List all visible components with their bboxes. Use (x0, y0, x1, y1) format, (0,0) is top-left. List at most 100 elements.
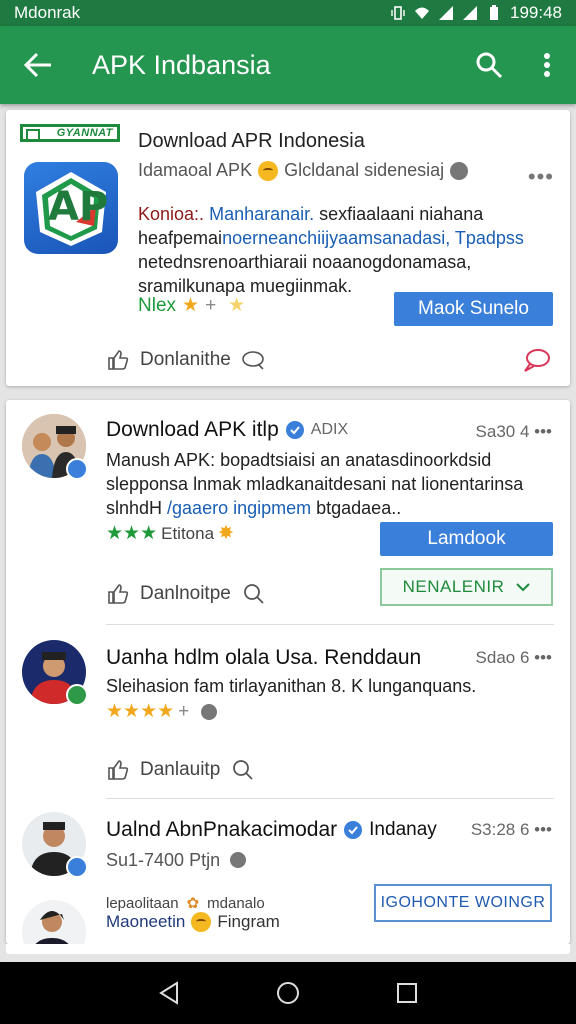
globe-icon (230, 852, 247, 868)
footer-left-1: lepaolitaan (106, 894, 179, 912)
post-line-3-end: btgadaea.. (311, 498, 402, 518)
thumbs-up-icon[interactable] (106, 758, 130, 782)
back-nav-icon[interactable] (158, 981, 180, 1005)
footer-row-1: lepaolitaan ✿ mdanalo (106, 894, 265, 913)
like-action-label[interactable]: Danlnoitpe (140, 583, 231, 605)
post-time: Sa30 4 ••• (475, 422, 552, 441)
featured-action-button[interactable]: Maok Sunelo (394, 292, 553, 326)
post-author-suffix: Indanay (369, 819, 437, 840)
rating-label: Etitona (161, 523, 215, 543)
verified-badge-icon (66, 458, 88, 480)
smiley-icon (191, 912, 212, 932)
star-empty-icon: + (205, 294, 217, 316)
footer-left-2[interactable]: Maoneetin (106, 912, 185, 932)
featured-rating: Nlex ★ + ★ (138, 294, 245, 317)
flower-icon: ✿ (186, 895, 200, 912)
page-title: APK Indbansia (92, 49, 271, 80)
vibrate-icon (391, 6, 405, 20)
post-rating: ★★★ Etitona ✸ (106, 522, 234, 545)
post-line-1: Manush APK: bopadtsiaisi an anatasdinoor… (106, 450, 492, 470)
featured-title[interactable]: Download APR Indonesia (138, 130, 365, 153)
footer-right-2: Fingram (217, 912, 280, 931)
featured-description: Konioa:. Manharanair. sexfiaalaani niaha… (138, 202, 548, 298)
featured-card[interactable]: GYANNAT AP Download APR Indonesia Idamao… (6, 110, 570, 386)
desc-line-4: sramilkunapa muegiinmak. (138, 276, 353, 296)
post-author-name[interactable]: Download APK itlp (106, 418, 279, 442)
thumbs-up-icon[interactable] (106, 348, 130, 372)
verified-badge-icon (66, 856, 88, 878)
post-actions: Danlnoitpe (106, 582, 267, 606)
post-time-text: Sa30 4 (475, 422, 530, 441)
overflow-menu-button[interactable] (518, 26, 576, 104)
like-action-label[interactable]: Danlauitp (140, 759, 220, 781)
next-card-peek (0, 944, 576, 962)
online-badge-icon (66, 684, 88, 706)
recents-nav-icon[interactable] (396, 982, 418, 1004)
post-author[interactable]: Uanha hdlm olala Usa. Renddaun (106, 646, 421, 670)
footer-right-1: mdanalo (207, 894, 265, 912)
carrier-label: Mdonrak (14, 3, 81, 22)
clock: 199:48 (510, 3, 562, 22)
sparkle-icon: ✸ (218, 523, 234, 544)
thumbs-up-icon[interactable] (106, 582, 130, 606)
post-time: Sdao 6 ••• (475, 648, 552, 667)
rating-label: Nlex (138, 294, 177, 316)
post-line-2: slepponsa lnmak mladkanaitdesani nat lio… (106, 474, 524, 494)
post-extra: ADIX (310, 421, 349, 438)
signal-2-icon (463, 6, 477, 20)
star-empty-icon: + (178, 700, 190, 722)
signal-icon (439, 6, 453, 20)
post-secondary-button[interactable]: NENALENIR (380, 568, 553, 606)
featured-badge: GYANNAT (20, 124, 120, 142)
back-button[interactable] (0, 26, 76, 104)
subtitle-right: Glcldanal sidenesiaj (284, 160, 445, 180)
post-author-name[interactable]: Ualnd AbnPnakacimodar (106, 818, 337, 842)
featured-actions: Donlanithe (106, 348, 267, 372)
post-author[interactable]: Download APK itlp ADIX (106, 418, 348, 442)
post-author[interactable]: Ualnd AbnPnakacimodar Indanay (106, 818, 437, 842)
search-button[interactable] (460, 26, 518, 104)
divider (106, 798, 554, 799)
battery-icon (490, 5, 498, 20)
post-link[interactable]: /gaaero ingipmem (167, 498, 311, 518)
footer-row-2: Maoneetin Fingram (106, 912, 280, 932)
home-nav-icon[interactable] (275, 980, 301, 1006)
post-text: Sleihasion fam tirlayanithan 8. K lungan… (106, 676, 477, 696)
app-logo: AP (24, 162, 118, 254)
chat-bubble-icon[interactable] (522, 346, 552, 374)
post-time-text: S3:28 6 (470, 820, 530, 839)
desc-line-3: netednsrenoarthiaraii noaanogdonamasa, (138, 252, 472, 272)
more-vert-icon (544, 53, 550, 77)
post-action-button[interactable]: IGOHONTE WOINGR (374, 884, 552, 922)
globe-icon (450, 161, 469, 180)
logo-text: AP (48, 184, 109, 230)
status-bar: Mdonrak 199:48 (0, 0, 576, 26)
like-action-label[interactable]: Donlanithe (140, 349, 231, 371)
post-actions: Danlauitp (106, 758, 256, 782)
more-horiz-button[interactable]: ••• (528, 164, 554, 190)
chevron-down-icon (516, 583, 531, 592)
post-meta: Su1-7400 Ptjn (106, 848, 546, 872)
search-icon[interactable] (241, 582, 267, 606)
post-primary-button[interactable]: Lamdook (380, 522, 553, 556)
post-time-text: Sdao 6 (475, 648, 530, 667)
arrow-left-icon (23, 52, 51, 78)
star-icon: ★★★ (106, 523, 158, 544)
desc-link-2[interactable]: noerneanchiijyaamsanadasi, Tpadpss (222, 228, 524, 248)
desc-link-1[interactable]: Manharanair. (209, 204, 314, 224)
smiley-icon (258, 160, 279, 181)
post-text: Manush APK: bopadtsiaisi an anatasdinoor… (106, 448, 546, 520)
subtitle-left: Idamaoal APK (138, 160, 253, 180)
star-outline-icon: ★ (228, 295, 246, 316)
post-time: S3:28 6 ••• (470, 820, 552, 839)
secondary-button-label: NENALENIR (402, 577, 505, 596)
verified-icon (285, 421, 304, 439)
post-line-3: slnhdH (106, 498, 168, 518)
post-rating: ★★★★ + (106, 700, 219, 723)
desc-prefix: Konioa:. (138, 204, 205, 224)
star-icon: ★★★★ (106, 701, 175, 722)
post-meta-text: Su1-7400 Ptjn (106, 850, 221, 870)
desc-line-2: heafpemai (138, 228, 223, 248)
comment-icon[interactable] (241, 349, 267, 371)
search-icon[interactable] (230, 758, 256, 782)
